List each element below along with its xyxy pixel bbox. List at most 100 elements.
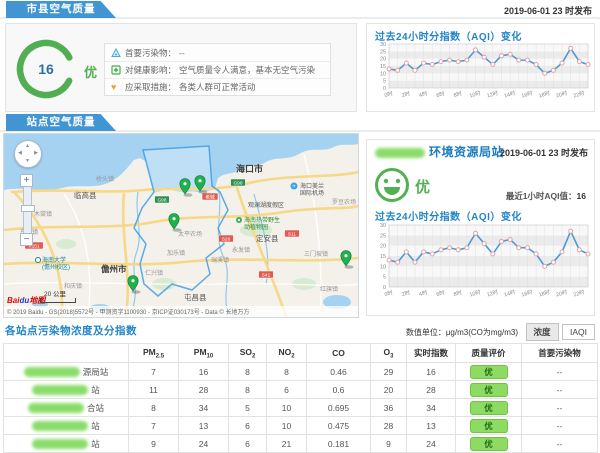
value-cell: 8 bbox=[267, 363, 307, 381]
map-label: 海口美兰国际机场 bbox=[300, 182, 324, 197]
column-header bbox=[4, 344, 129, 363]
value-cell: 11 bbox=[129, 381, 179, 399]
map-label: 木棠镇 bbox=[34, 210, 52, 218]
map-label: 三门坡镇 bbox=[304, 250, 328, 258]
map-pan-control[interactable]: ▲ ▼ ◀ ▶ bbox=[14, 140, 42, 168]
redacted-station-name bbox=[32, 385, 88, 395]
primary-pollutant-cell: -- bbox=[522, 381, 598, 399]
grade-badge: 优 bbox=[470, 383, 508, 397]
grade-cell: 优 bbox=[456, 399, 522, 417]
svg-text:25: 25 bbox=[380, 49, 386, 55]
value-cell: 0.6 bbox=[307, 381, 371, 399]
map-label: 海口市 bbox=[236, 163, 263, 174]
zoom-track[interactable] bbox=[23, 187, 32, 233]
map-label: 临高县 bbox=[74, 190, 97, 200]
value-cell: 34 bbox=[407, 399, 456, 417]
svg-text:S26: S26 bbox=[222, 236, 231, 242]
svg-text:老城: 老城 bbox=[205, 193, 215, 200]
station-name: 环境资源局站 bbox=[429, 143, 504, 160]
svg-text:4时: 4时 bbox=[418, 288, 429, 298]
redacted-station-name bbox=[28, 403, 84, 413]
toggle-concentration[interactable]: 浓度 bbox=[526, 323, 559, 341]
pan-up-icon[interactable]: ▲ bbox=[25, 144, 30, 149]
svg-text:14时: 14时 bbox=[503, 288, 517, 299]
value-cell: 10 bbox=[267, 399, 307, 417]
health-icon bbox=[111, 65, 122, 75]
value-cell: 28 bbox=[179, 381, 229, 399]
info-label: 对健康影响： bbox=[125, 64, 176, 76]
svg-text:2时: 2时 bbox=[401, 288, 412, 298]
redacted-station-name bbox=[32, 421, 88, 431]
value-cell: 28 bbox=[407, 381, 456, 399]
station-name-cell: 合站 bbox=[4, 399, 129, 417]
tab-city-air-quality[interactable]: 市县空气质量 bbox=[6, 1, 116, 18]
svg-text:✈: ✈ bbox=[292, 184, 296, 189]
grade-badge: 优 bbox=[470, 365, 508, 379]
station-grade: 优 bbox=[415, 176, 430, 197]
map-label: 海南大学(儋州校区) bbox=[42, 256, 70, 271]
table-body: 源局站716880.462916优--站1128860.62028优--合站83… bbox=[4, 363, 598, 453]
svg-text:16时: 16时 bbox=[520, 288, 534, 299]
station-name-cell: 站 bbox=[4, 417, 129, 435]
svg-text:14时: 14时 bbox=[503, 89, 517, 100]
pollutant-table: PM2.5PM10SO2NO2COO3实时指数质量评价首要污染物 源局站7168… bbox=[3, 343, 598, 453]
pan-down-icon[interactable]: ▼ bbox=[25, 159, 30, 164]
scale-label: 20 公里 bbox=[44, 288, 76, 298]
value-cell: 28 bbox=[371, 417, 407, 435]
station-map[interactable]: 海口市✈海口美兰国际机场观澜湖度假区海南热带野生动植物园定安县儋州市海南大学(儋… bbox=[3, 133, 359, 318]
value-cell: 8 bbox=[129, 399, 179, 417]
svg-text:0: 0 bbox=[383, 285, 386, 291]
svg-text:5: 5 bbox=[383, 275, 386, 281]
grade-badge: 优 bbox=[470, 401, 508, 415]
redacted-station-name bbox=[32, 439, 88, 449]
zoom-in-button[interactable]: + bbox=[20, 174, 33, 187]
svg-text:10时: 10时 bbox=[468, 89, 482, 100]
table-row: 合站8345100.6953634优-- bbox=[4, 399, 598, 417]
map-label: 儋州市 bbox=[101, 264, 127, 274]
value-cell: 6 bbox=[267, 381, 307, 399]
latest-aqi: 最近1小时AQI值：16 bbox=[506, 190, 586, 202]
svg-text:18时: 18时 bbox=[538, 89, 552, 100]
chart-title: 过去24小时分指数（AQI）变化 bbox=[375, 208, 522, 223]
tab-station-air-quality[interactable]: 站点空气质量 bbox=[6, 114, 116, 131]
info-label: 应采取措施： bbox=[125, 81, 176, 93]
zoom-out-button[interactable]: − bbox=[20, 233, 33, 246]
pan-right-icon[interactable]: ▶ bbox=[34, 151, 38, 156]
aqi-info-box: 首要污染物： -- 对健康影响： 空气质量令人满意，基本无空气污染 ♥ 应采取措… bbox=[104, 43, 331, 96]
svg-text:10: 10 bbox=[380, 264, 386, 270]
value-cell: 34 bbox=[179, 399, 229, 417]
svg-text:S11: S11 bbox=[288, 231, 297, 237]
svg-text:5: 5 bbox=[383, 79, 386, 85]
city-aqi-panel: 16 优 首要污染物： -- 对健康影响： 空气质量令人满意，基本无空气污染 ♥… bbox=[5, 23, 357, 112]
primary-pollutant-cell: -- bbox=[522, 417, 598, 435]
scale-bar bbox=[40, 298, 76, 303]
info-value: 空气质量令人满意，基本无空气污染 bbox=[179, 64, 315, 76]
value-cell: 0.475 bbox=[307, 417, 371, 435]
svg-text:22时: 22时 bbox=[572, 288, 586, 299]
map-label: 仁兴镇 bbox=[145, 269, 163, 277]
svg-text:18时: 18时 bbox=[538, 288, 552, 299]
zoom-handle[interactable] bbox=[21, 205, 35, 212]
svg-text:16时: 16时 bbox=[520, 89, 534, 100]
map-label: 永发镇 bbox=[232, 246, 250, 254]
svg-text:20时: 20时 bbox=[555, 89, 569, 100]
column-header: SO2 bbox=[229, 344, 267, 363]
pan-left-icon[interactable]: ◀ bbox=[18, 151, 22, 156]
svg-text:10: 10 bbox=[380, 71, 386, 77]
redacted-station-name bbox=[375, 148, 425, 158]
info-value: -- bbox=[179, 48, 185, 58]
map-label: 太平农场 bbox=[178, 230, 202, 238]
svg-text:S41: S41 bbox=[262, 272, 271, 278]
publish-time: 2019-06-01 23 时发布 bbox=[504, 4, 592, 17]
value-cell: 5 bbox=[229, 399, 267, 417]
column-header: O3 bbox=[371, 344, 407, 363]
column-header: PM2.5 bbox=[129, 344, 179, 363]
value-cell: 13 bbox=[407, 417, 456, 435]
svg-text:12时: 12时 bbox=[486, 89, 500, 100]
svg-text:8时: 8时 bbox=[453, 288, 464, 298]
value-mode-toggle: 浓度 IAQI bbox=[527, 322, 595, 341]
grade-badge: 优 bbox=[470, 437, 508, 451]
svg-text:6时: 6时 bbox=[435, 288, 446, 298]
toggle-iaqi[interactable]: IAQI bbox=[562, 324, 595, 340]
station-name-cell: 源局站 bbox=[4, 363, 129, 381]
